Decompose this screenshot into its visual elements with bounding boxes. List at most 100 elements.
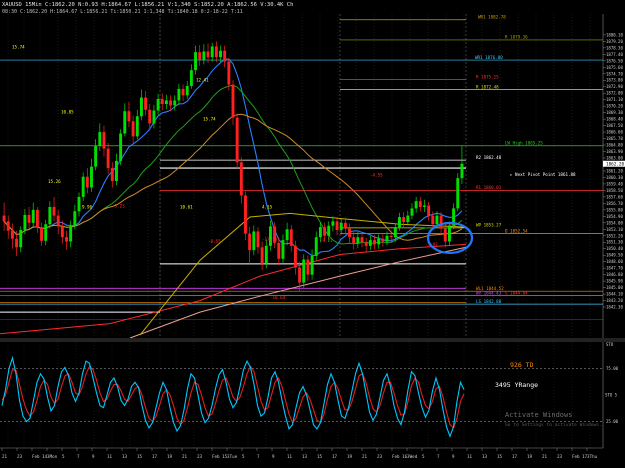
candle-body[interactable] bbox=[90, 166, 93, 188]
candle-body[interactable] bbox=[239, 162, 243, 196]
candle-body[interactable] bbox=[115, 160, 118, 182]
candle-body[interactable] bbox=[398, 217, 401, 228]
candle-body[interactable] bbox=[447, 225, 451, 242]
candle-body[interactable] bbox=[260, 247, 264, 264]
candle-body[interactable] bbox=[139, 97, 143, 117]
candle-body[interactable] bbox=[202, 51, 206, 61]
candle-body[interactable] bbox=[148, 109, 152, 124]
candle-body[interactable] bbox=[19, 230, 23, 248]
candle-body[interactable] bbox=[131, 121, 135, 137]
candle-body[interactable] bbox=[69, 225, 73, 242]
candle-body[interactable] bbox=[423, 205, 426, 207]
candle-body[interactable] bbox=[248, 233, 252, 251]
candle-body[interactable] bbox=[73, 211, 77, 226]
candle-body[interactable] bbox=[106, 148, 110, 169]
candle-body[interactable] bbox=[223, 50, 227, 62]
candle-body[interactable] bbox=[94, 145, 98, 167]
candle-body[interactable] bbox=[373, 240, 376, 245]
candle-body[interactable] bbox=[418, 201, 422, 207]
candle-body[interactable] bbox=[456, 178, 460, 209]
candle-body[interactable] bbox=[298, 267, 302, 283]
candle-body[interactable] bbox=[360, 237, 364, 243]
candle-body[interactable] bbox=[177, 88, 181, 101]
candle-body[interactable] bbox=[406, 215, 410, 223]
candle-body[interactable] bbox=[31, 209, 35, 223]
candle-body[interactable] bbox=[227, 61, 231, 85]
candle-body[interactable] bbox=[302, 259, 306, 283]
candle-body[interactable] bbox=[277, 242, 281, 259]
candle-body[interactable] bbox=[102, 132, 106, 149]
candle-body[interactable] bbox=[65, 237, 68, 242]
candle-body[interactable] bbox=[252, 231, 256, 251]
candle-body[interactable] bbox=[152, 110, 156, 124]
candle-body[interactable] bbox=[52, 206, 56, 216]
candle-body[interactable] bbox=[331, 221, 335, 226]
candle-body[interactable] bbox=[15, 238, 19, 248]
candle-body[interactable] bbox=[235, 117, 239, 163]
candle-body[interactable] bbox=[48, 206, 52, 225]
candle-body[interactable] bbox=[348, 228, 351, 238]
price-chart[interactable]: WR1 1882.78 R 1879.36 WR1 1876.80 R 1875.15… bbox=[0, 0, 625, 468]
candle-body[interactable] bbox=[281, 240, 285, 259]
candle-body[interactable] bbox=[40, 227, 43, 241]
candle-body[interactable] bbox=[402, 217, 406, 223]
candle-body[interactable] bbox=[443, 228, 447, 242]
candle-body[interactable] bbox=[318, 227, 322, 238]
candle-body[interactable] bbox=[293, 245, 297, 268]
candle-body[interactable] bbox=[256, 231, 260, 248]
candle-body[interactable] bbox=[144, 97, 148, 110]
candle-body[interactable] bbox=[81, 176, 85, 197]
candle-body[interactable] bbox=[393, 227, 397, 238]
candle-body[interactable] bbox=[410, 208, 414, 216]
candle-body[interactable] bbox=[119, 133, 123, 161]
candle-body[interactable] bbox=[198, 52, 202, 61]
candle-body[interactable] bbox=[244, 195, 247, 234]
candle-body[interactable] bbox=[2, 215, 6, 222]
candle-body[interactable] bbox=[173, 100, 177, 106]
candle-body[interactable] bbox=[123, 111, 127, 134]
candle-body[interactable] bbox=[285, 229, 289, 241]
candle-body[interactable] bbox=[98, 132, 102, 146]
candle-body[interactable] bbox=[314, 237, 318, 256]
candle-body[interactable] bbox=[27, 214, 31, 223]
candle-body[interactable] bbox=[135, 116, 139, 137]
candle-body[interactable] bbox=[127, 111, 131, 122]
candle-body[interactable] bbox=[431, 215, 435, 225]
candle-body[interactable] bbox=[327, 225, 331, 236]
candle-body[interactable] bbox=[343, 222, 347, 229]
candle-body[interactable] bbox=[156, 98, 160, 111]
candle-body[interactable] bbox=[60, 226, 64, 238]
candle-body[interactable] bbox=[339, 222, 343, 230]
candle-body[interactable] bbox=[289, 229, 293, 246]
candle-body[interactable] bbox=[189, 70, 193, 86]
candle-body[interactable] bbox=[231, 84, 235, 118]
candle-body[interactable] bbox=[35, 209, 39, 228]
candle-body[interactable] bbox=[368, 240, 372, 246]
candle-body[interactable] bbox=[85, 176, 89, 188]
candle-body[interactable] bbox=[214, 46, 218, 58]
candle-body[interactable] bbox=[356, 237, 360, 244]
candle-body[interactable] bbox=[306, 259, 310, 275]
candle-body[interactable] bbox=[427, 205, 431, 216]
candle-body[interactable] bbox=[194, 52, 197, 71]
candle-body[interactable] bbox=[385, 235, 389, 242]
candle-body[interactable] bbox=[56, 215, 60, 227]
candle-body[interactable] bbox=[377, 238, 381, 245]
candle-body[interactable] bbox=[23, 214, 27, 230]
candle-body[interactable] bbox=[323, 227, 327, 236]
candle-body[interactable] bbox=[414, 201, 418, 209]
candle-body[interactable] bbox=[206, 51, 210, 58]
candle-body[interactable] bbox=[6, 221, 10, 231]
candle-body[interactable] bbox=[164, 100, 168, 104]
candle-body[interactable] bbox=[210, 46, 214, 58]
candle-body[interactable] bbox=[352, 237, 356, 244]
candle-body[interactable] bbox=[264, 245, 268, 264]
candle-body[interactable] bbox=[181, 88, 185, 96]
candle-body[interactable] bbox=[364, 242, 368, 246]
candle-body[interactable] bbox=[435, 215, 439, 225]
candle-body[interactable] bbox=[10, 230, 14, 239]
candle-body[interactable] bbox=[310, 255, 314, 275]
candle-body[interactable] bbox=[381, 238, 385, 242]
candle-body[interactable] bbox=[169, 100, 173, 106]
candle-body[interactable] bbox=[219, 50, 222, 58]
